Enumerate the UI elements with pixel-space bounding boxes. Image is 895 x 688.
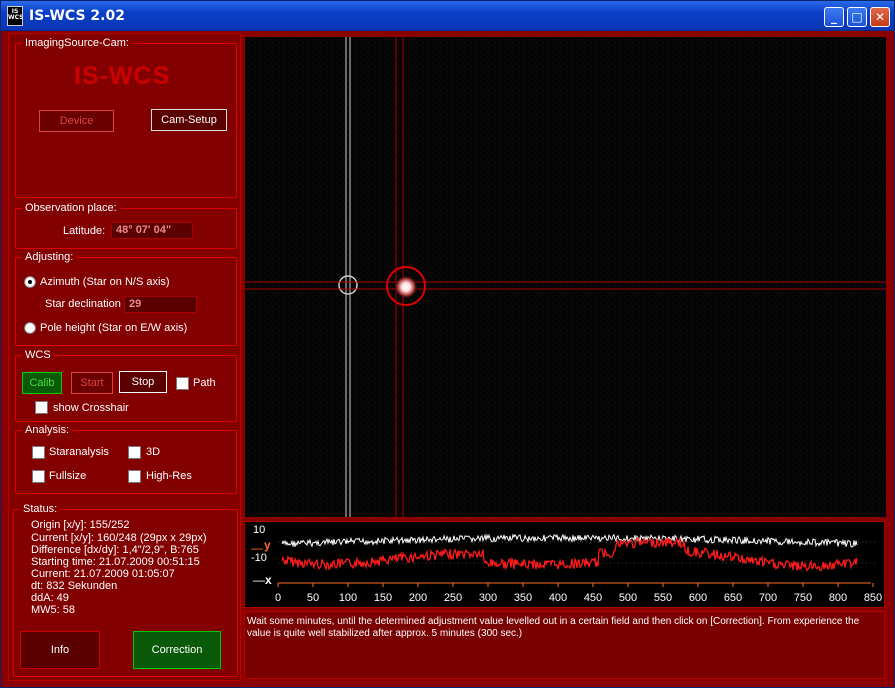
correction-button[interactable]: Correction xyxy=(133,631,221,669)
azimuth-label: Azimuth (Star on N/S axis) xyxy=(40,276,170,288)
camera-image-view[interactable] xyxy=(244,36,886,517)
x-axis-ticks xyxy=(277,583,874,587)
info-button[interactable]: Info xyxy=(20,631,100,669)
high-res-checkbox[interactable] xyxy=(128,470,141,483)
app-logo: IS-WCS xyxy=(74,62,171,90)
cam-setup-button[interactable]: Cam-Setup xyxy=(151,109,227,131)
x-series-label: x xyxy=(265,573,272,587)
instruction-message: Wait some minutes, until the determined … xyxy=(244,611,885,679)
app-window: IS WCS IS-WCS 2.02 _ □ ✕ ImagingSource-C… xyxy=(0,0,895,688)
status-line: dt: 832 Sekunden xyxy=(31,580,118,592)
x-series-marker: — xyxy=(253,573,265,587)
sky-background xyxy=(245,37,886,517)
x-tick-label: 450 xyxy=(583,592,603,604)
status-line: Current: 21.07.2009 01:05:07 xyxy=(31,568,175,580)
x-tick-label: 250 xyxy=(443,592,463,604)
observation-group: Observation place: Latitude: 48° 07' 04" xyxy=(15,202,237,249)
y-axis-bottom-label: -10 xyxy=(251,552,267,564)
wcs-legend: WCS xyxy=(22,349,54,361)
crosshair-label: show Crosshair xyxy=(53,402,129,414)
status-line: MW5: 58 xyxy=(31,604,76,616)
status-legend: Status: xyxy=(20,503,61,515)
status-line: Difference [dx/dy]: 1,4"/2,9", B:765 xyxy=(31,544,199,556)
high-res-label: High-Res xyxy=(146,470,192,482)
window-title: IS-WCS 2.02 xyxy=(29,7,125,24)
status-line: ddA: 49 xyxy=(31,592,69,604)
analysis-group: Analysis: Staranalysis 3D Fullsize High-… xyxy=(15,424,237,494)
app-icon: IS WCS xyxy=(7,5,23,26)
device-button[interactable]: Device xyxy=(39,110,114,132)
y-axis-top-label: 10 xyxy=(253,524,266,536)
x-tick-label: 750 xyxy=(793,592,813,604)
deviation-plot: 10 — y -10 — x 0 50 100 150 200 250 300 350 400 4… xyxy=(244,521,885,608)
x-tick-label: 700 xyxy=(758,592,778,604)
stop-button[interactable]: Stop xyxy=(119,371,167,393)
x-tick-label: 400 xyxy=(548,592,568,604)
x-tick-label: 0 xyxy=(274,592,282,604)
calib-button[interactable]: Calib xyxy=(22,372,62,394)
star-declination-field[interactable]: 29 xyxy=(124,296,197,313)
wcs-group: WCS Calib Start Stop Path show Crosshair xyxy=(15,349,237,422)
adjusting-legend: Adjusting: xyxy=(22,251,77,263)
staranalysis-checkbox[interactable] xyxy=(32,446,45,459)
x-tick-label: 300 xyxy=(478,592,498,604)
control-panel: ImagingSource-Cam: IS-WCS Device Cam-Set… xyxy=(8,33,241,681)
crosshair-checkbox[interactable] xyxy=(35,401,48,414)
3d-checkbox[interactable] xyxy=(128,446,141,459)
camera-group: ImagingSource-Cam: IS-WCS Device Cam-Set… xyxy=(15,37,237,198)
star-image xyxy=(394,275,418,299)
minimize-button[interactable]: _ xyxy=(824,7,844,27)
path-label: Path xyxy=(193,377,216,389)
x-tick-label: 50 xyxy=(306,592,320,604)
pole-height-label: Pole height (Star on E/W axis) xyxy=(40,322,188,334)
x-tick-label: 350 xyxy=(513,592,533,604)
3d-label: 3D xyxy=(146,446,161,458)
adjusting-group: Adjusting: Azimuth (Star on N/S axis) St… xyxy=(15,251,237,346)
x-tick-label: 500 xyxy=(618,592,638,604)
y-series-label: y xyxy=(264,538,271,552)
fullsize-label: Fullsize xyxy=(49,470,87,482)
status-line: Starting time: 21.07.2009 00:51:15 xyxy=(31,556,200,568)
latitude-field[interactable]: 48° 07' 04" xyxy=(111,222,193,239)
staranalysis-label: Staranalysis xyxy=(49,446,109,458)
azimuth-radio[interactable] xyxy=(24,276,36,288)
latitude-label: Latitude: xyxy=(63,225,106,237)
x-tick-label: 550 xyxy=(653,592,673,604)
close-button[interactable]: ✕ xyxy=(870,7,890,27)
x-tick-label: 100 xyxy=(338,592,358,604)
x-tick-label: 200 xyxy=(408,592,428,604)
x-tick-label: 150 xyxy=(373,592,393,604)
x-tick-label: 600 xyxy=(688,592,708,604)
observation-legend: Observation place: xyxy=(22,202,120,214)
fullsize-checkbox[interactable] xyxy=(32,470,45,483)
x-tick-label: 800 xyxy=(828,592,848,604)
title-bar[interactable]: IS WCS IS-WCS 2.02 _ □ ✕ xyxy=(1,1,894,31)
x-tick-label: 850 xyxy=(863,592,883,604)
path-checkbox[interactable] xyxy=(176,377,189,390)
camera-legend: ImagingSource-Cam: xyxy=(22,37,132,49)
maximize-button[interactable]: □ xyxy=(847,7,867,27)
x-tick-label: 650 xyxy=(723,592,743,604)
status-line: Origin [x/y]: 155/252 xyxy=(31,519,130,531)
status-line: Current [x/y]: 160/248 (29px x 29px) xyxy=(31,532,207,544)
pole-height-radio[interactable] xyxy=(24,322,36,334)
status-group: Status: Origin [x/y]: 155/252 Current [x… xyxy=(13,503,238,677)
analysis-legend: Analysis: xyxy=(22,424,73,436)
start-button[interactable]: Start xyxy=(71,372,113,394)
star-declination-label: Star declination xyxy=(45,298,121,310)
x-trace xyxy=(281,533,858,548)
